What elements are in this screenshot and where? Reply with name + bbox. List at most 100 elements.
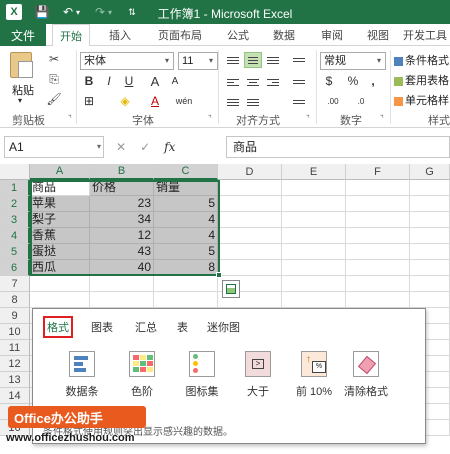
select-all-corner[interactable] [0, 164, 30, 180]
row-header-10[interactable]: 10 [0, 324, 30, 340]
format-as-table-button[interactable]: 套用表格 [394, 72, 449, 88]
cell-b5[interactable]: 43 [90, 244, 154, 260]
qa-clear-format[interactable]: 清除格式 [337, 351, 395, 403]
conditional-formatting-button[interactable]: 条件格式 [394, 52, 449, 68]
shrink-font-button[interactable]: A [166, 72, 184, 90]
qa-tab-totals[interactable]: 汇总 [135, 319, 157, 335]
cell-c3[interactable]: 4 [154, 212, 218, 228]
font-launcher-icon[interactable]: ⌝ [208, 114, 212, 123]
column-header-a[interactable]: A [30, 164, 90, 180]
cell-e4[interactable] [282, 228, 346, 244]
cell-b8[interactable] [90, 292, 154, 308]
bold-button[interactable]: B [80, 72, 98, 90]
format-painter-icon[interactable]: 🖌 [46, 92, 62, 106]
cell-b4[interactable]: 12 [90, 228, 154, 244]
orientation-icon[interactable] [290, 52, 308, 68]
grow-font-button[interactable]: A [146, 72, 164, 90]
qa-top-10[interactable]: ↑ % 前 10% [285, 351, 343, 403]
row-header-5[interactable]: 5 [0, 244, 30, 260]
tab-data[interactable]: 数据 [264, 24, 304, 46]
tab-developer[interactable]: 开发工具 [400, 24, 450, 46]
align-middle-icon[interactable] [244, 52, 262, 68]
cell-d5[interactable] [218, 244, 282, 260]
tab-view[interactable]: 视图 [358, 24, 398, 46]
cell-d2[interactable] [218, 196, 282, 212]
align-left-icon[interactable] [224, 74, 242, 90]
currency-format-button[interactable]: $ [320, 72, 338, 90]
row-header-9[interactable]: 9 [0, 308, 30, 324]
qa-tab-tables[interactable]: 表 [177, 319, 188, 335]
font-size-select[interactable]: 11 ▾ [178, 52, 218, 70]
wrap-text-icon[interactable] [290, 74, 308, 90]
number-launcher-icon[interactable]: ⌝ [380, 114, 384, 123]
qa-icon-set[interactable]: 图标集 [173, 351, 231, 403]
cell-c6[interactable]: 8 [154, 260, 218, 276]
cell-c2[interactable]: 5 [154, 196, 218, 212]
tab-review[interactable]: 审阅 [312, 24, 352, 46]
align-top-icon[interactable] [224, 52, 242, 68]
cell-d4[interactable] [218, 228, 282, 244]
cell-c5[interactable]: 5 [154, 244, 218, 260]
cell-a7[interactable] [30, 276, 90, 292]
row-header-8[interactable]: 8 [0, 292, 30, 308]
cell-e5[interactable] [282, 244, 346, 260]
border-icon[interactable]: ⊞ [80, 92, 98, 110]
cell-f7[interactable] [346, 276, 410, 292]
row-header-6[interactable]: 6 [0, 260, 30, 276]
increase-decimal-button[interactable]: .00 [322, 92, 344, 110]
cell-d3[interactable] [218, 212, 282, 228]
cell-c4[interactable]: 4 [154, 228, 218, 244]
comma-format-button[interactable]: , [364, 72, 382, 90]
tab-file[interactable]: 文件 [0, 24, 46, 46]
cell-e3[interactable] [282, 212, 346, 228]
cell-f4[interactable] [346, 228, 410, 244]
fill-color-icon[interactable]: ◈ [116, 92, 134, 110]
row-header-1[interactable]: 1 [0, 180, 30, 196]
cell-g4[interactable] [410, 228, 450, 244]
cell-c7[interactable] [154, 276, 218, 292]
cell-d6[interactable] [218, 260, 282, 276]
cell-a3[interactable]: 梨子 [30, 212, 90, 228]
decrease-indent-icon[interactable] [224, 94, 242, 110]
column-header-e[interactable]: E [282, 164, 346, 180]
cell-g7[interactable] [410, 276, 450, 292]
cell-e2[interactable] [282, 196, 346, 212]
row-header-12[interactable]: 12 [0, 356, 30, 372]
cell-g5[interactable] [410, 244, 450, 260]
number-format-select[interactable]: 常规 ▾ [320, 52, 386, 70]
cell-a5[interactable]: 蛋挞 [30, 244, 90, 260]
name-box[interactable]: A1 ▾ [4, 136, 104, 158]
cell-g2[interactable] [410, 196, 450, 212]
cell-a1[interactable]: 商品 [30, 180, 90, 196]
cell-a8[interactable] [30, 292, 90, 308]
tab-page-layout[interactable]: 页面布局 [150, 24, 210, 46]
column-header-b[interactable]: B [90, 164, 154, 180]
qa-tab-formatting[interactable]: 格式 [43, 316, 73, 338]
paste-button-label[interactable]: 粘贴 [12, 82, 34, 98]
cell-styles-button[interactable]: 单元格样 [394, 92, 449, 108]
cell-f3[interactable] [346, 212, 410, 228]
cell-c1[interactable]: 销量 [154, 180, 218, 196]
column-header-f[interactable]: F [346, 164, 410, 180]
alignment-launcher-icon[interactable]: ⌝ [306, 114, 310, 123]
copy-icon[interactable]: ⎘ [46, 72, 62, 86]
cell-d1[interactable] [218, 180, 282, 196]
cell-g1[interactable] [410, 180, 450, 196]
increase-indent-icon[interactable] [244, 94, 262, 110]
row-header-2[interactable]: 2 [0, 196, 30, 212]
italic-button[interactable]: I [100, 72, 118, 90]
font-color-icon[interactable]: A [146, 92, 164, 110]
cell-b3[interactable]: 34 [90, 212, 154, 228]
row-header-11[interactable]: 11 [0, 340, 30, 356]
clipboard-launcher-icon[interactable]: ⌝ [68, 114, 72, 123]
qa-tab-sparklines[interactable]: 迷你图 [207, 319, 240, 335]
align-center-icon[interactable] [244, 74, 262, 90]
row-header-4[interactable]: 4 [0, 228, 30, 244]
cell-a4[interactable]: 香蕉 [30, 228, 90, 244]
cell-f2[interactable] [346, 196, 410, 212]
cell-e1[interactable] [282, 180, 346, 196]
cell-b1[interactable]: 价格 [90, 180, 154, 196]
paste-dropdown-icon[interactable]: ▾ [18, 96, 22, 105]
cell-g8[interactable] [410, 292, 450, 308]
cell-e6[interactable] [282, 260, 346, 276]
